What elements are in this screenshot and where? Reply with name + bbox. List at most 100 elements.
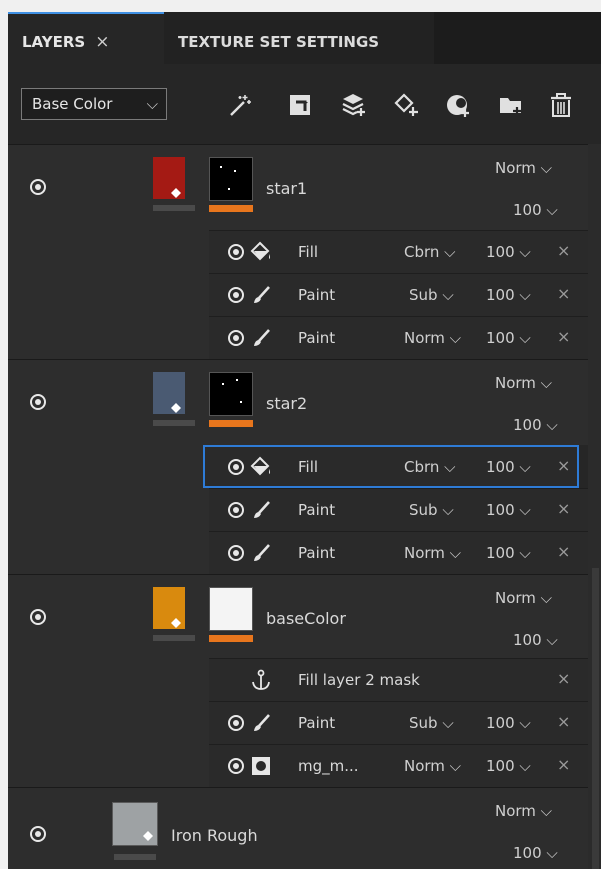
brush-icon	[250, 499, 272, 521]
scrollbar-thumb[interactable]	[592, 568, 599, 869]
opacity-dropdown[interactable]: 100 ⌵	[486, 286, 531, 304]
visibility-toggle-icon[interactable]	[228, 244, 244, 260]
remove-effect-icon[interactable]: ×	[557, 499, 570, 518]
effect-name: Paint	[298, 714, 336, 732]
effect-row-selected[interactable]: Fill Cbrn ⌵ 100 ⌵ ×	[203, 445, 579, 488]
effect-row[interactable]: Fill Cbrn ⌵ 100 ⌵ ×	[209, 230, 588, 273]
layer-row-star2[interactable]: star2 Norm ⌵ 100 ⌵	[8, 359, 588, 445]
visibility-toggle-icon[interactable]	[228, 758, 244, 774]
visibility-toggle-icon[interactable]	[30, 609, 46, 625]
blend-mode-dropdown[interactable]: Norm ⌵	[495, 374, 552, 392]
layers-panel: LAYERS × TEXTURE SET SETTINGS Base Color …	[8, 12, 601, 869]
visibility-toggle-icon[interactable]	[228, 459, 244, 475]
layer-name[interactable]: star1	[266, 179, 307, 198]
fill-bucket-icon	[143, 831, 153, 841]
delete-icon[interactable]	[548, 92, 574, 118]
effect-name: Paint	[298, 501, 336, 519]
magic-wand-icon[interactable]	[228, 92, 254, 118]
opacity-dropdown[interactable]: 100 ⌵	[486, 501, 531, 519]
anchor-icon	[250, 669, 272, 691]
swatch-bar	[153, 635, 195, 641]
layer-name[interactable]: baseColor	[266, 609, 346, 628]
blend-mode-dropdown[interactable]: Norm ⌵	[404, 757, 461, 775]
effect-row[interactable]: Paint Norm ⌵ 100 ⌵ ×	[209, 531, 588, 574]
opacity-dropdown[interactable]: 100 ⌵	[513, 631, 558, 649]
add-layer-icon[interactable]	[341, 92, 367, 118]
brush-icon	[250, 542, 272, 564]
mask-indicator	[209, 635, 253, 642]
opacity-dropdown[interactable]: 100 ⌵	[486, 458, 531, 476]
layers-toolbar: Base Color ⌵	[8, 64, 601, 144]
swatch-bar	[153, 205, 195, 211]
visibility-toggle-icon[interactable]	[30, 826, 46, 842]
opacity-dropdown[interactable]: 100 ⌵	[486, 243, 531, 261]
channel-dropdown[interactable]: Base Color ⌵	[21, 88, 167, 120]
visibility-toggle-icon[interactable]	[228, 502, 244, 518]
visibility-toggle-icon[interactable]	[30, 394, 46, 410]
opacity-dropdown[interactable]: 100 ⌵	[486, 714, 531, 732]
layer-row-basecolor[interactable]: baseColor Norm ⌵ 100 ⌵	[8, 574, 588, 658]
visibility-toggle-icon[interactable]	[228, 287, 244, 303]
blend-mode-dropdown[interactable]: Norm ⌵	[495, 589, 552, 607]
effect-name: Fill	[298, 243, 319, 261]
anchor-row[interactable]: Fill layer 2 mask ×	[209, 658, 588, 701]
remove-effect-icon[interactable]: ×	[557, 284, 570, 303]
opacity-dropdown[interactable]: 100 ⌵	[486, 544, 531, 562]
remove-effect-icon[interactable]: ×	[557, 327, 570, 346]
blend-mode-dropdown[interactable]: Cbrn ⌵	[404, 243, 456, 261]
fill-bucket-icon	[250, 456, 272, 478]
remove-effect-icon[interactable]: ×	[557, 755, 570, 774]
chevron-down-icon: ⌵	[146, 95, 158, 113]
remove-effect-icon[interactable]: ×	[557, 712, 570, 731]
layer-name[interactable]: star2	[266, 394, 307, 413]
effect-row[interactable]: Paint Sub ⌵ 100 ⌵ ×	[209, 701, 588, 744]
remove-effect-icon[interactable]: ×	[557, 669, 570, 688]
layer-row-star1[interactable]: star1 Norm ⌵ 100 ⌵	[8, 144, 588, 230]
visibility-toggle-icon[interactable]	[30, 179, 46, 195]
effect-name: Paint	[298, 544, 336, 562]
mask-thumbnail[interactable]	[209, 157, 253, 201]
mask-thumbnail[interactable]	[209, 372, 253, 416]
blend-mode-dropdown[interactable]: Sub ⌵	[409, 501, 454, 519]
blend-mode-dropdown[interactable]: Sub ⌵	[409, 286, 454, 304]
add-paint-layer-icon[interactable]	[393, 92, 419, 118]
effect-name: Fill	[298, 458, 319, 476]
mask-thumbnail[interactable]	[209, 587, 253, 631]
add-folder-icon[interactable]	[498, 92, 524, 118]
tab-texture-set-settings[interactable]: TEXTURE SET SETTINGS	[164, 12, 434, 64]
opacity-dropdown[interactable]: 100 ⌵	[513, 201, 558, 219]
effect-row[interactable]: Paint Norm ⌵ 100 ⌵ ×	[209, 316, 588, 359]
visibility-toggle-icon[interactable]	[228, 545, 244, 561]
mask-indicator	[209, 205, 253, 212]
brush-icon	[250, 284, 272, 306]
effect-row[interactable]: mg_m... Norm ⌵ 100 ⌵ ×	[209, 744, 588, 787]
mask-indicator	[209, 420, 253, 427]
blend-mode-dropdown[interactable]: Sub ⌵	[409, 714, 454, 732]
brush-icon	[250, 712, 272, 734]
blend-mode-dropdown[interactable]: Norm ⌵	[404, 544, 461, 562]
visibility-toggle-icon[interactable]	[228, 330, 244, 346]
opacity-dropdown[interactable]: 100 ⌵	[513, 416, 558, 434]
blend-mode-dropdown[interactable]: Norm ⌵	[495, 802, 552, 820]
opacity-dropdown[interactable]: 100 ⌵	[486, 329, 531, 347]
tab-bar: LAYERS × TEXTURE SET SETTINGS	[8, 12, 601, 64]
anchor-name: Fill layer 2 mask	[298, 671, 420, 689]
layer-row-iron-rough[interactable]: Iron Rough Norm ⌵ 100 ⌵	[8, 787, 588, 869]
effect-row[interactable]: Paint Sub ⌵ 100 ⌵ ×	[209, 488, 588, 531]
tab-close-icon[interactable]: ×	[95, 32, 109, 52]
remove-effect-icon[interactable]: ×	[557, 542, 570, 561]
visibility-toggle-icon[interactable]	[228, 715, 244, 731]
add-fill-layer-icon[interactable]	[288, 92, 314, 118]
effect-row[interactable]: Paint Sub ⌵ 100 ⌵ ×	[209, 273, 588, 316]
remove-effect-icon[interactable]: ×	[557, 456, 570, 475]
opacity-dropdown[interactable]: 100 ⌵	[486, 757, 531, 775]
fill-bucket-icon	[171, 188, 181, 198]
blend-mode-dropdown[interactable]: Norm ⌵	[495, 159, 552, 177]
add-effect-icon[interactable]	[445, 92, 471, 118]
blend-mode-dropdown[interactable]: Norm ⌵	[404, 329, 461, 347]
opacity-dropdown[interactable]: 100 ⌵	[513, 844, 558, 862]
remove-effect-icon[interactable]: ×	[557, 241, 570, 260]
blend-mode-dropdown[interactable]: Cbrn ⌵	[404, 458, 456, 476]
tab-layers[interactable]: LAYERS ×	[8, 12, 164, 64]
layer-name[interactable]: Iron Rough	[171, 826, 258, 845]
